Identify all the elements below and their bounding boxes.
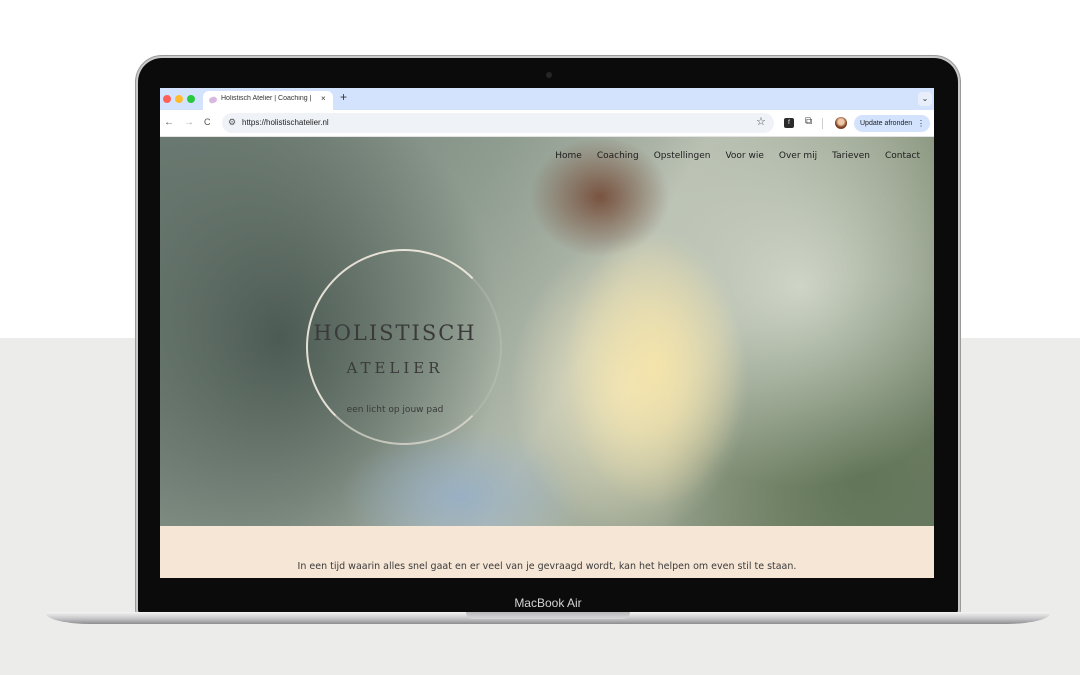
favicon-icon	[208, 95, 218, 105]
site-settings-icon[interactable]: ⚙	[228, 117, 236, 128]
bookmark-star-icon[interactable]: ☆	[756, 115, 766, 128]
browser-toolbar: ← → C ⚙ https://holistischatelier.nl ☆ f…	[160, 110, 934, 137]
window-fullscreen-button[interactable]	[187, 95, 195, 103]
nav-tarieven[interactable]: Tarieven	[832, 151, 870, 161]
tab-close-icon[interactable]: ×	[321, 94, 326, 103]
laptop-screen: Holistisch Atelier | Coaching | × + ⌄ ← …	[160, 88, 934, 578]
logo-ring	[306, 249, 502, 445]
browser-tab-active[interactable]: Holistisch Atelier | Coaching | ×	[203, 91, 333, 110]
forward-arrow-icon[interactable]: →	[184, 117, 194, 128]
tab-title: Holistisch Atelier | Coaching |	[221, 95, 312, 102]
address-bar[interactable]: ⚙ https://holistischatelier.nl ☆	[222, 113, 774, 133]
kebab-menu-icon[interactable]: ⋮	[917, 115, 925, 132]
logo-title: HOLISTISCH	[313, 321, 477, 345]
new-tab-button[interactable]: +	[340, 90, 347, 104]
intro-text: In een tijd waarin alles snel gaat en er…	[297, 561, 797, 572]
nav-opstellingen[interactable]: Opstellingen	[654, 151, 711, 161]
logo-subtitle: ATELIER	[346, 359, 444, 377]
update-button[interactable]: Update afronden ⋮	[854, 115, 930, 132]
window-minimize-button[interactable]	[175, 95, 183, 103]
update-button-label: Update afronden	[860, 120, 913, 127]
back-arrow-icon[interactable]: ←	[164, 117, 174, 128]
device-label: MacBook Air	[514, 596, 582, 610]
webcam	[546, 72, 552, 78]
nav-coaching[interactable]: Coaching	[597, 151, 639, 161]
laptop-hinge-notch	[466, 612, 630, 619]
reload-icon[interactable]: C	[204, 117, 211, 127]
window-close-button[interactable]	[163, 95, 171, 103]
url-text[interactable]: https://holistischatelier.nl	[242, 118, 329, 127]
logo-tagline: een licht op jouw pad	[346, 405, 444, 415]
hero-section: Home Coaching Opstellingen Voor wie Over…	[160, 137, 934, 526]
intro-section: In een tijd waarin alles snel gaat en er…	[160, 526, 934, 578]
toolbar-divider	[822, 118, 823, 129]
tab-search-button[interactable]: ⌄	[918, 92, 932, 106]
nav-over-mij[interactable]: Over mij	[779, 151, 817, 161]
nav-voor-wie[interactable]: Voor wie	[725, 151, 763, 161]
browser-tab-bar: Holistisch Atelier | Coaching | × + ⌄	[160, 88, 934, 110]
nav-home[interactable]: Home	[555, 151, 582, 161]
nav-contact[interactable]: Contact	[885, 151, 920, 161]
site-navigation: Home Coaching Opstellingen Voor wie Over…	[540, 151, 920, 161]
extension-icon[interactable]: f	[784, 118, 794, 128]
puzzle-icon[interactable]: ⧉	[805, 116, 812, 127]
profile-avatar[interactable]	[835, 117, 847, 129]
